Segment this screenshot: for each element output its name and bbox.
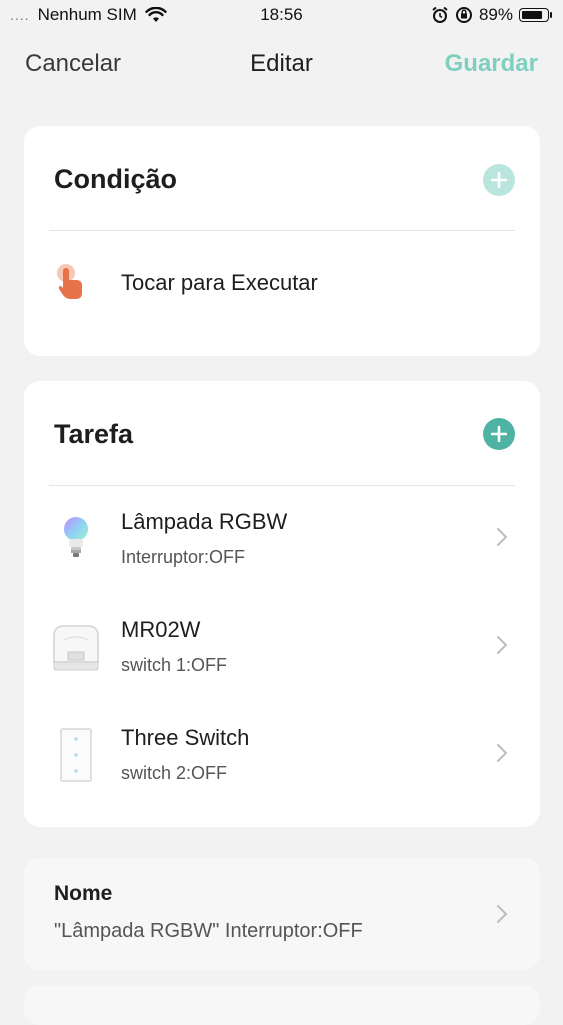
task-device-name: Lâmpada RGBW (121, 509, 288, 534)
hand-tap-icon (57, 264, 82, 299)
orientation-lock-icon (455, 7, 472, 23)
task-item[interactable]: Three Switch switch 2:OFF (24, 705, 540, 809)
save-button[interactable]: Guardar (445, 50, 538, 78)
task-card: Tarefa Lâmpada RGBW Interruptor:OFF MR02… (24, 381, 540, 827)
next-settings-card[interactable] (24, 985, 540, 1025)
nav-bar: Cancelar Editar Guardar (0, 42, 563, 86)
battery-level (522, 11, 542, 19)
status-bar: .... Nenhum SIM 18:56 89% (0, 0, 563, 30)
add-task-button[interactable] (483, 418, 515, 450)
battery-icon (519, 8, 552, 22)
alarm-icon (432, 6, 448, 23)
task-action: switch 2:OFF (121, 763, 228, 783)
plus-icon (491, 172, 507, 188)
task-title: Tarefa (54, 419, 134, 449)
bulb-icon (48, 511, 104, 567)
chevron-right-icon (497, 905, 508, 923)
name-row[interactable]: Nome "Lâmpada RGBW" Interruptor:OFF (24, 858, 540, 970)
condition-title: Condição (54, 164, 178, 194)
chevron-right-icon (497, 636, 508, 654)
task-action: Interruptor:OFF (121, 547, 246, 567)
trigger-tap-to-run[interactable]: Tocar para Executar (24, 246, 540, 326)
task-item[interactable]: Lâmpada RGBW Interruptor:OFF (24, 489, 540, 593)
name-label: Nome (54, 882, 113, 905)
chevron-right-icon (497, 528, 508, 546)
name-value: "Lâmpada RGBW" Interruptor:OFF (54, 920, 363, 942)
wall-switch-icon (48, 727, 104, 783)
status-right: 89% (431, 5, 552, 25)
controller-icon (48, 619, 104, 675)
battery-percentage: 89% (478, 5, 513, 24)
add-condition-button[interactable] (483, 164, 515, 196)
divider (49, 230, 515, 231)
condition-card: Condição Tocar para Executar (24, 126, 540, 356)
task-device-name: MR02W (121, 617, 201, 642)
plus-icon (491, 426, 507, 442)
task-item[interactable]: MR02W switch 1:OFF (24, 597, 540, 701)
task-action: switch 1:OFF (121, 655, 228, 675)
task-device-name: Three Switch (121, 725, 250, 750)
trigger-label: Tocar para Executar (121, 270, 318, 295)
chevron-right-icon (497, 744, 508, 762)
divider (49, 485, 515, 486)
